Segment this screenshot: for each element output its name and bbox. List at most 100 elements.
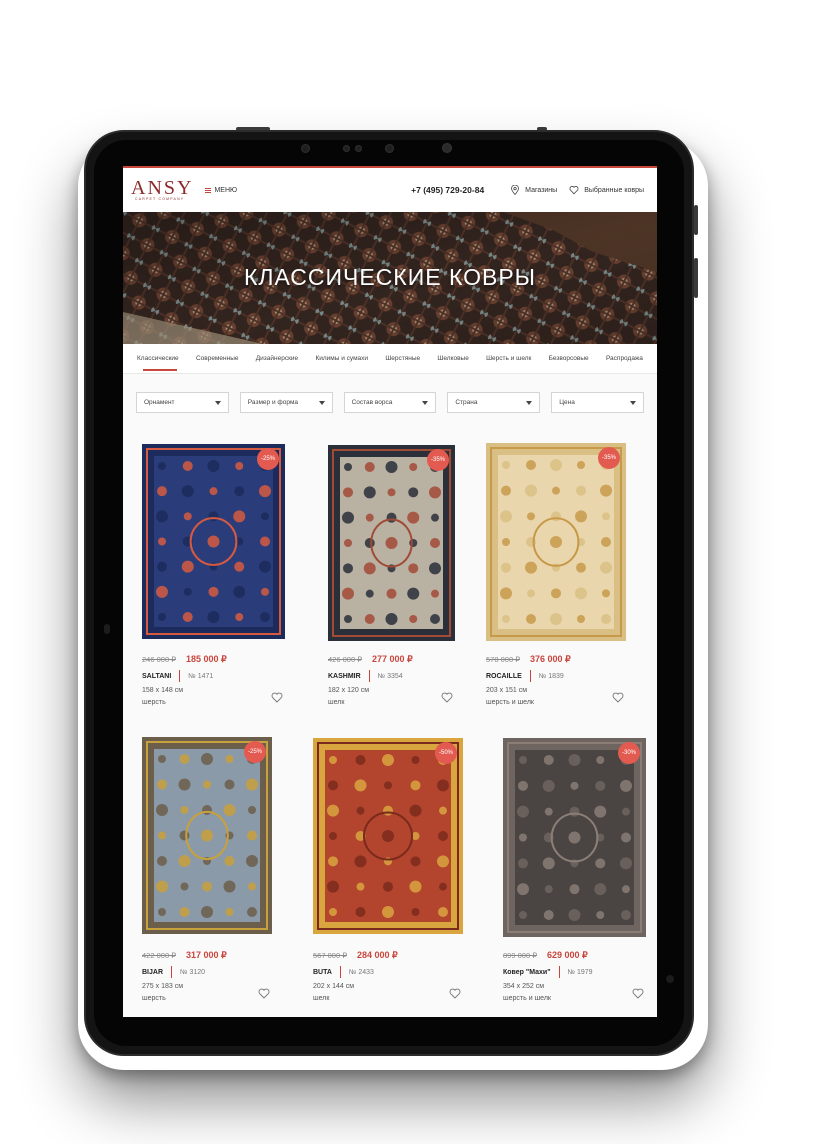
carpet-motif [568, 831, 581, 844]
product-name[interactable]: KASHMIR [328, 673, 361, 680]
carpet-motif [233, 510, 246, 523]
carpet-motif [223, 804, 236, 816]
menu-button[interactable]: МЕНЮ [205, 187, 237, 194]
product-card[interactable]: -25% 422 000 ₽ 317 000 ₽ BIJAR № 3120 275 x 1… [142, 737, 302, 1017]
carpet-motif [517, 805, 529, 818]
filter-label: Состав ворса [351, 399, 393, 406]
carpet-motif [409, 880, 422, 893]
carpet-motif [386, 588, 397, 599]
filter-price[interactable]: Цена [551, 392, 644, 413]
caret-down-icon [318, 400, 325, 405]
product-material: шерсть и шелк [503, 995, 551, 1002]
product-name[interactable]: Ковер "Махи" [503, 969, 551, 976]
favorite-heart-icon[interactable] [632, 988, 644, 999]
filter-size[interactable]: Размер и форма [239, 392, 333, 413]
carpet-motif [179, 754, 190, 764]
carpet-motif [342, 587, 354, 600]
carpet-motif [569, 884, 580, 895]
carpet-motif [364, 462, 375, 472]
carpet-motif [223, 880, 236, 893]
favorite-heart-icon[interactable] [271, 692, 283, 703]
category-link[interactable]: Килимы и сумахи [315, 355, 368, 362]
product-image[interactable]: -35% [328, 445, 455, 646]
product-card[interactable]: -30% 899 000 ₽ 629 000 ₽ Ковер "Махи" № 1979… [497, 738, 657, 1017]
carpet-motif [235, 462, 244, 470]
favorites-label: Выбранные ковры [584, 186, 644, 194]
carpet-motif [543, 910, 554, 920]
carpet-motif [430, 538, 440, 548]
carpet-motif [208, 511, 219, 522]
product-image[interactable]: -25% [142, 737, 272, 939]
product-image[interactable]: -35% [486, 443, 626, 646]
carpet-motif [156, 880, 168, 893]
carpet-motif [261, 587, 269, 596]
product-image[interactable]: -50% [313, 738, 463, 939]
category-link[interactable]: Классические [137, 355, 179, 362]
product-card[interactable]: -25% 246 000 ₽ 185 000 ₽ SALTANI № 1471 158 x… [142, 444, 302, 734]
carpet-motif [260, 612, 270, 622]
carpet-image [142, 737, 272, 934]
divider [368, 670, 370, 682]
old-price: 426 000 ₽ [328, 655, 362, 664]
carpet-motif [622, 885, 630, 894]
carpet-motif [407, 587, 420, 600]
carpet-motif [383, 805, 393, 816]
product-card[interactable]: -35% 426 000 ₽ 277 000 ₽ KASHMIR № 3354 182 x… [328, 444, 488, 734]
filter-country[interactable]: Страна [447, 392, 541, 413]
category-link[interactable]: Шелковые [437, 355, 468, 362]
category-link[interactable]: Дизайнерские [256, 355, 298, 362]
category-link[interactable]: Безворсовые [549, 355, 589, 362]
filter-bar: Орнамент Размер и форма Состав ворса Стр… [123, 374, 657, 413]
product-name[interactable]: ROCAILLE [486, 673, 522, 680]
carpet-motif [355, 907, 366, 917]
carpet-motif [409, 539, 418, 547]
favorite-heart-icon[interactable] [258, 988, 270, 999]
product-material: шелк [328, 699, 345, 706]
carpet-motif [621, 832, 631, 843]
carpet-motif [382, 906, 394, 918]
discount-badge: -35% [427, 449, 449, 471]
product-name[interactable]: SALTANI [142, 673, 171, 680]
favorite-heart-icon[interactable] [612, 692, 624, 703]
sensor-icon [355, 145, 362, 152]
product-name[interactable]: BUTA [313, 969, 332, 976]
discount-badge: -25% [244, 741, 266, 763]
heart-outline [449, 988, 461, 999]
location-pin-icon [511, 185, 520, 195]
category-link[interactable]: Шерстяные [385, 355, 420, 362]
carpet-motif [519, 756, 527, 764]
carpet-motif [527, 589, 535, 598]
filter-pile[interactable]: Состав ворса [343, 392, 437, 413]
carpet-motif [248, 882, 256, 891]
favorites-link[interactable]: Выбранные ковры [569, 185, 644, 195]
carpet-motif [550, 536, 562, 548]
carpet-motif [575, 510, 587, 523]
product-image[interactable]: -25% [142, 444, 285, 644]
carpet-motif [437, 855, 449, 868]
category-link[interactable]: Распродажа [606, 355, 643, 362]
filter-ornament[interactable]: Орнамент [136, 392, 229, 413]
carpet-motif [356, 882, 365, 891]
carpet-motif [180, 806, 189, 814]
favorite-heart-icon[interactable] [449, 988, 461, 999]
carpet-motif [234, 561, 245, 572]
heart-outline [612, 692, 624, 703]
carpet-motif [411, 756, 420, 764]
product-card[interactable]: -50% 567 000 ₽ 284 000 ₽ BUTA № 2433 202 x 14… [313, 738, 488, 1017]
brand-logo[interactable]: ANSY CARPET COMPANY [131, 178, 193, 201]
stores-link[interactable]: Магазины [510, 185, 557, 195]
carpet-motif [224, 779, 235, 790]
carpet-motif [439, 806, 447, 815]
product-size: 354 x 252 см [503, 983, 545, 990]
carpet-motif [355, 755, 366, 765]
category-link[interactable]: Современные [196, 355, 239, 362]
category-link[interactable]: Шерсть и шелк [486, 355, 531, 362]
carpet-motif [157, 856, 167, 866]
carpet-motif [328, 780, 338, 791]
product-name[interactable]: BIJAR [142, 969, 163, 976]
product-size: 275 x 183 см [142, 983, 184, 990]
product-image[interactable]: -30% [503, 738, 646, 942]
product-card[interactable]: -35% 578 000 ₽ 376 000 ₽ ROCAILLE № 1839 203 … [486, 443, 657, 734]
favorite-heart-icon[interactable] [441, 692, 453, 703]
phone-link[interactable]: +7 (495) 729-20-84 [411, 185, 484, 195]
